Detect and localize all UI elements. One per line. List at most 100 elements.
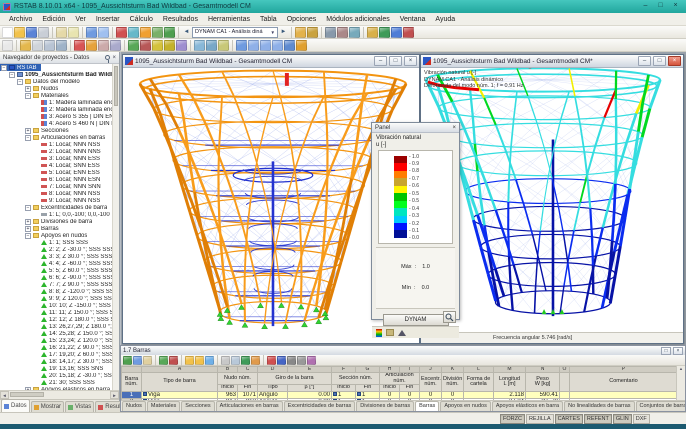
minimize-icon[interactable]: – [638, 1, 653, 12]
calculate-icon[interactable] [164, 27, 175, 38]
screenshot-icon[interactable] [56, 27, 67, 38]
cell-r2-c8[interactable]: 0 [380, 399, 400, 401]
cell-r1-c16[interactable] [570, 392, 678, 399]
tree-item[interactable]: 1: L; 0,0,-100; 0,0,-100 [0, 211, 119, 218]
menu-item-ayuda[interactable]: Ayuda [430, 15, 460, 24]
tree-item[interactable]: 16: 21,22; Z 90.0 °; SSS SNS [0, 344, 119, 351]
tree-item[interactable]: 14: 25,28; Z 150.0 °; SSS SNS [0, 330, 119, 337]
table-tab-excentricidades-de-barras[interactable]: Excentricidades de barras [284, 401, 356, 411]
scroll-up-icon[interactable]: ▲ [677, 366, 685, 371]
excel-icon[interactable] [241, 356, 250, 365]
calculate-all-icon[interactable] [152, 27, 163, 38]
redo-icon[interactable] [98, 27, 109, 38]
status-toggle-glin[interactable]: GLIN [613, 414, 632, 424]
factors-tab-icon[interactable] [386, 329, 394, 336]
tree-item[interactable]: +Nudos [0, 85, 119, 92]
save-icon[interactable] [26, 27, 37, 38]
menu-item-calculo[interactable]: Cálculo [125, 15, 158, 24]
collapse-icon[interactable]: − [25, 93, 31, 99]
cell-r2-c1[interactable]: Viga [142, 399, 218, 401]
tree-item[interactable]: +Secciones [0, 127, 119, 134]
tree-item[interactable]: 4: 4; Z -60.0 °; SSS SSS [0, 260, 119, 267]
import-icon[interactable] [251, 356, 260, 365]
table-tab-conjuntos-de-barras[interactable]: Conjuntos de barras [636, 401, 686, 411]
calculate-icon[interactable] [267, 356, 276, 365]
cell-r2-c10[interactable]: 0 [420, 399, 442, 401]
render-icon[interactable] [140, 27, 151, 38]
window-maximize-icon[interactable]: □ [653, 56, 666, 66]
connect-icon[interactable] [391, 27, 402, 38]
font-icon[interactable] [297, 356, 306, 365]
menu-item-tabla[interactable]: Tabla [255, 15, 282, 24]
tree-item[interactable]: 7: Local; NNN SNN [0, 183, 119, 190]
cell-r1-c15[interactable] [560, 392, 570, 399]
navigator-tab-vistas[interactable]: Vistas [65, 401, 94, 412]
cell-r2-c6[interactable]: 1 [332, 399, 356, 401]
tree-item[interactable]: 19: 13,16; SSS SNS [0, 365, 119, 372]
printout-report-icon[interactable] [367, 27, 378, 38]
tree-item[interactable]: −Excentricidades de barra [0, 204, 119, 211]
line-icon[interactable] [98, 40, 109, 51]
panel-close-icon[interactable]: × [452, 125, 456, 131]
expand-icon[interactable]: + [25, 128, 31, 134]
cell-r2-c0[interactable]: 2 [122, 399, 142, 401]
tree-item[interactable]: 5: Local; ENN ESS [0, 169, 119, 176]
table-tab-barras[interactable]: Barras [415, 401, 439, 411]
tree-item[interactable]: −RSTAB [0, 64, 41, 71]
collapse-icon[interactable]: − [25, 135, 31, 141]
next-loadcase-icon[interactable]: ► [279, 29, 288, 35]
tree-item[interactable]: 5: 5; Z 60.0 °; SSS SSS [0, 267, 119, 274]
copy-icon[interactable] [68, 27, 79, 38]
support-icon[interactable] [128, 40, 139, 51]
menu-item-insertar[interactable]: Insertar [91, 15, 125, 24]
excel-export-icon[interactable] [379, 27, 390, 38]
color-icon[interactable] [307, 356, 316, 365]
table-tab-materiales[interactable]: Materiales [147, 401, 180, 411]
tree-item[interactable]: 10: 10; Z -150.0 °; SSS SSS [0, 302, 119, 309]
filter-icon[interactable] [221, 356, 230, 365]
tree-item[interactable]: 3: 3; Z 30.0 °; SSS SSS [0, 253, 119, 260]
table-maximize-icon[interactable]: □ [661, 347, 671, 355]
perspective-icon[interactable] [284, 40, 295, 51]
expand-icon[interactable]: + [25, 86, 31, 92]
maximize-icon[interactable]: □ [653, 1, 668, 12]
hinge-icon[interactable] [140, 40, 151, 51]
table-scrollbar[interactable]: ▲ [676, 366, 685, 400]
cell-r1-c8[interactable]: 0 [380, 392, 400, 399]
tree-item[interactable]: 11: 11; Z 150.0 °; SSS SSS [0, 309, 119, 316]
load-case-icon[interactable] [164, 40, 175, 51]
cell-r1-c3[interactable]: 1071 [238, 392, 258, 399]
cell-r1-c1[interactable]: Viga [142, 392, 218, 399]
section-icon[interactable] [110, 40, 121, 51]
menu-item-edicion[interactable]: Edición [37, 15, 70, 24]
cell-r2-c3[interactable]: 963 [238, 399, 258, 401]
show-results-icon[interactable] [295, 27, 306, 38]
shadow-icon[interactable] [296, 40, 307, 51]
window-minimize-icon[interactable]: – [374, 56, 387, 66]
comment-icon[interactable] [218, 40, 229, 51]
menu-item-archivo[interactable]: Archivo [4, 15, 37, 24]
status-toggle-rejilla[interactable]: REJILLA [526, 414, 554, 424]
row-insert-icon[interactable] [159, 356, 168, 365]
scroll-track[interactable] [9, 391, 110, 399]
cell-r2-c12[interactable] [464, 399, 494, 401]
tree-item[interactable]: 3: Local; NNN ESS [0, 155, 119, 162]
scroll-right-icon[interactable]: ► [110, 391, 119, 399]
find-icon[interactable] [231, 356, 240, 365]
cell-r1-c10[interactable]: 0 [420, 392, 442, 399]
table-tab-apoyos-en-nudos[interactable]: Apoyos en nudos [440, 401, 491, 411]
dynam-button[interactable]: DYNAM [383, 314, 449, 326]
tree-item[interactable]: 13: 26,27,29; Z 180.0 °; SSS NSS [0, 323, 119, 330]
open-file-icon[interactable] [14, 27, 25, 38]
cell-r1-c5[interactable]: 0.00 [288, 392, 332, 399]
cell-r1-c6[interactable]: 1 [332, 392, 356, 399]
table-tab-articulaciones-en-barras[interactable]: Articulaciones en barras [216, 401, 283, 411]
status-toggle-dxf[interactable]: DXF [633, 414, 650, 424]
status-toggle-forzc[interactable]: FORZC [500, 414, 525, 424]
node-icon[interactable] [74, 40, 85, 51]
cell-r2-c2[interactable]: 917 [218, 399, 238, 401]
tree-item[interactable]: 6: Local; NNN ESN [0, 176, 119, 183]
tree-item[interactable]: 15: 23,24; Z 120.0 °; SSS SNS [0, 337, 119, 344]
cell-r1-c12[interactable] [464, 392, 494, 399]
table-tab-secciones[interactable]: Secciones [181, 401, 214, 411]
